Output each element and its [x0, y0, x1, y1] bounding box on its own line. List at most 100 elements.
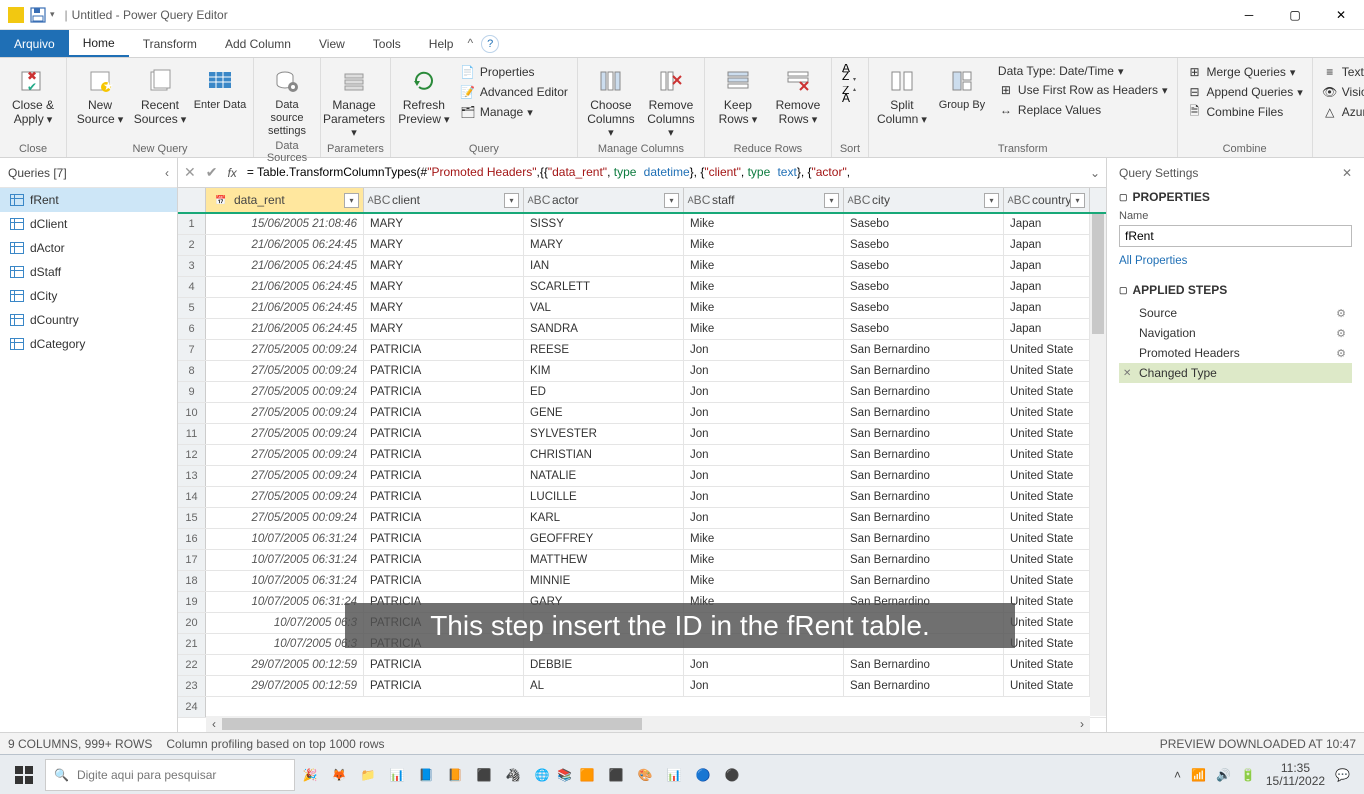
cell[interactable]: Japan [1004, 319, 1090, 339]
refresh-preview-button[interactable]: Refresh Preview ▾ [397, 61, 451, 127]
table-row[interactable]: 827/05/2005 00:09:24PATRICIAKIMJonSan Be… [178, 361, 1106, 382]
formula-text[interactable]: = Table.TransformColumnTypes(#"Promoted … [247, 165, 1080, 180]
cell[interactable]: SANDRA [524, 319, 684, 339]
cell[interactable]: United State [1004, 403, 1090, 423]
first-row-headers-button[interactable]: ⊞Use First Row as Headers ▾ [995, 81, 1171, 99]
cell[interactable]: United State [1004, 592, 1090, 612]
tray-notifications-icon[interactable]: 💬 [1335, 768, 1350, 782]
cell[interactable]: San Bernardino [844, 361, 1004, 381]
column-header[interactable]: ABCactor▾ [524, 188, 684, 212]
column-header[interactable]: ABCclient▾ [364, 188, 524, 212]
cell[interactable]: PATRICIA [364, 508, 524, 528]
cell[interactable]: 27/05/2005 00:09:24 [206, 403, 364, 423]
taskbar-app-icon[interactable]: 🎉 [296, 759, 324, 791]
cell[interactable]: Jon [684, 655, 844, 675]
table-row[interactable]: 1427/05/2005 00:09:24PATRICIALUCILLEJonS… [178, 487, 1106, 508]
cell[interactable]: 10/07/2005 06:31:24 [206, 592, 364, 612]
table-row[interactable]: 1810/07/2005 06:31:24PATRICIAMINNIEMikeS… [178, 571, 1106, 592]
cell[interactable]: San Bernardino [844, 403, 1004, 423]
cell[interactable]: 10/07/2005 06:31:24 [206, 529, 364, 549]
cell[interactable]: PATRICIA [364, 466, 524, 486]
cell[interactable]: United State [1004, 445, 1090, 465]
cell[interactable]: United State [1004, 571, 1090, 591]
cell[interactable]: 27/05/2005 00:09:24 [206, 361, 364, 381]
gear-icon[interactable]: ⚙ [1336, 327, 1346, 340]
applied-step[interactable]: Promoted Headers⚙ [1119, 343, 1352, 363]
column-header[interactable]: 📅data_rent▾ [206, 188, 364, 212]
cell[interactable]: San Bernardino [844, 508, 1004, 528]
tray-battery-icon[interactable]: 🔋 [1241, 768, 1256, 782]
cell[interactable]: Mike [684, 214, 844, 234]
cell[interactable]: Sasebo [844, 235, 1004, 255]
cell[interactable]: 21/06/2005 06:24:45 [206, 256, 364, 276]
cell[interactable]: 27/05/2005 00:09:24 [206, 382, 364, 402]
close-apply-button[interactable]: ✖✔ Close & Apply ▾ [6, 61, 60, 127]
column-filter-icon[interactable]: ▾ [504, 193, 519, 208]
cell[interactable]: MARY [524, 235, 684, 255]
taskbar-app-icon[interactable]: 🔵 [689, 759, 717, 791]
cell[interactable]: PATRICIA [364, 424, 524, 444]
table-row[interactable]: 1027/05/2005 00:09:24PATRICIAGENEJonSan … [178, 403, 1106, 424]
keep-rows-button[interactable]: Keep Rows ▾ [711, 61, 765, 127]
cell[interactable]: United State [1004, 382, 1090, 402]
table-row[interactable]: 2329/07/2005 00:12:59PATRICIAALJonSan Be… [178, 676, 1106, 697]
gear-icon[interactable]: ⚙ [1336, 347, 1346, 360]
split-column-button[interactable]: Split Column ▾ [875, 61, 929, 127]
cell[interactable]: GENE [524, 403, 684, 423]
cell[interactable]: Jon [684, 340, 844, 360]
cell[interactable]: MARY [364, 256, 524, 276]
cell[interactable]: CHRISTIAN [524, 445, 684, 465]
cell[interactable]: Mike [684, 256, 844, 276]
table-row[interactable]: 1710/07/2005 06:31:24PATRICIAMATTHEWMike… [178, 550, 1106, 571]
collapse-ribbon-icon[interactable]: ^ [467, 30, 473, 57]
choose-columns-button[interactable]: Choose Columns ▾ [584, 61, 638, 140]
taskbar-app-icon[interactable]: 📁 [354, 759, 382, 791]
table-row[interactable]: 927/05/2005 00:09:24PATRICIAEDJonSan Ber… [178, 382, 1106, 403]
gear-icon[interactable]: ⚙ [1336, 307, 1346, 320]
cell[interactable]: PATRICIA [364, 655, 524, 675]
cell[interactable]: PATRICIA [364, 445, 524, 465]
data-type-button[interactable]: Data Type: Date/Time ▾ [995, 63, 1171, 79]
table-row[interactable]: 1610/07/2005 06:31:24PATRICIAGEOFFREYMik… [178, 529, 1106, 550]
combine-files-button[interactable]: 🗎Combine Files [1184, 103, 1306, 121]
cell[interactable]: Sasebo [844, 256, 1004, 276]
cell[interactable]: SCARLETT [524, 277, 684, 297]
cell[interactable]: ED [524, 382, 684, 402]
cell[interactable]: Mike [684, 298, 844, 318]
table-row[interactable]: 727/05/2005 00:09:24PATRICIAREESEJonSan … [178, 340, 1106, 361]
cell[interactable]: United State [1004, 676, 1090, 696]
close-settings-icon[interactable]: ✕ [1342, 166, 1352, 180]
cell[interactable]: United State [1004, 634, 1090, 654]
cell[interactable]: KARL [524, 508, 684, 528]
cell[interactable]: SISSY [524, 214, 684, 234]
delete-step-icon[interactable]: ✕ [1123, 368, 1131, 379]
cell[interactable]: GEOFFREY [524, 529, 684, 549]
cell[interactable]: Japan [1004, 298, 1090, 318]
table-row[interactable]: 421/06/2005 06:24:45MARYSCARLETTMikeSase… [178, 277, 1106, 298]
sort-desc-button[interactable]: ZA [838, 85, 862, 105]
tray-network-icon[interactable]: 📶 [1191, 768, 1206, 782]
cell[interactable]: Jon [684, 361, 844, 381]
column-header[interactable]: ABCcountry▾ [1004, 188, 1090, 212]
cell[interactable]: 27/05/2005 00:09:24 [206, 487, 364, 507]
new-source-button[interactable]: ★New Source ▾ [73, 61, 127, 127]
cell[interactable]: Mike [684, 277, 844, 297]
taskbar-app-icon[interactable]: 🦊 [325, 759, 353, 791]
cell[interactable]: NATALIE [524, 466, 684, 486]
cell[interactable]: MATTHEW [524, 550, 684, 570]
cell[interactable]: DEBBIE [524, 655, 684, 675]
cell[interactable]: SYLVESTER [524, 424, 684, 444]
cell[interactable]: United State [1004, 529, 1090, 549]
cell[interactable]: Sasebo [844, 214, 1004, 234]
taskbar-app-icon[interactable]: 🌐 [528, 759, 556, 791]
cell[interactable]: Jon [684, 487, 844, 507]
fx-icon[interactable]: fx [227, 166, 236, 180]
all-properties-link[interactable]: All Properties [1119, 255, 1352, 267]
cell[interactable]: MARY [364, 214, 524, 234]
taskbar-app-icon[interactable]: ⚫ [718, 759, 746, 791]
query-name-input[interactable] [1119, 225, 1352, 247]
maximize-button[interactable]: ▢ [1272, 0, 1318, 30]
cell[interactable]: Jon [684, 445, 844, 465]
cell[interactable]: 27/05/2005 00:09:24 [206, 466, 364, 486]
formula-expand-icon[interactable]: ⌄ [1090, 166, 1100, 180]
